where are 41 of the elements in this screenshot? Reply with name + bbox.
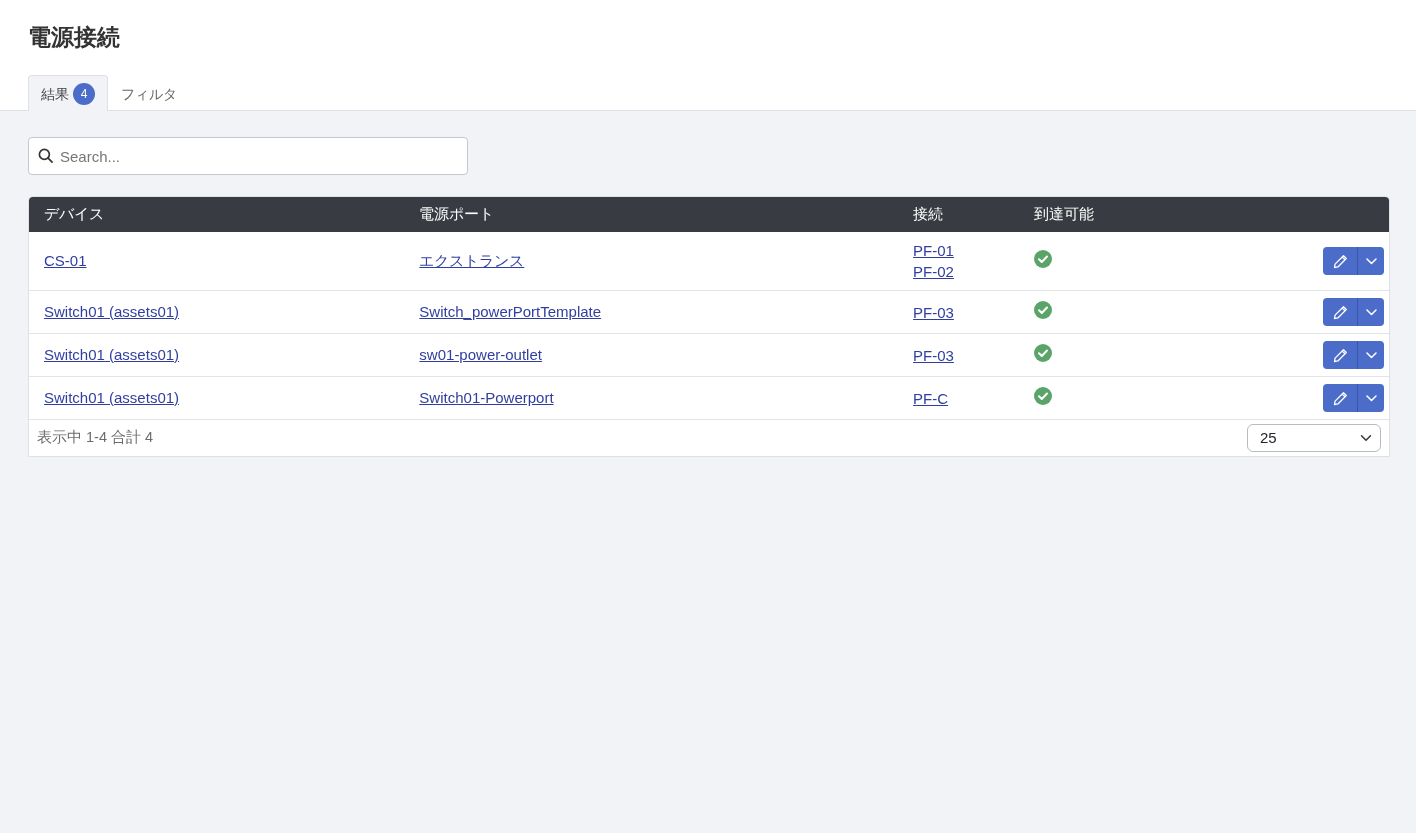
- connection-link[interactable]: PF-02: [913, 261, 954, 282]
- pencil-icon: [1332, 304, 1348, 320]
- search-icon: [38, 148, 53, 163]
- edit-button[interactable]: [1323, 247, 1357, 275]
- chevron-down-icon: [1365, 351, 1377, 359]
- tab[interactable]: 結果 4: [28, 75, 108, 111]
- power-port-link[interactable]: Switch01-Powerport: [419, 388, 554, 406]
- column-header: 到達可能: [1019, 197, 1199, 232]
- per-page-select[interactable]: 25: [1247, 424, 1381, 452]
- dropdown-toggle-button[interactable]: [1357, 298, 1384, 326]
- tab[interactable]: フィルタ: [108, 75, 190, 111]
- device-link[interactable]: Switch01 (assets01): [44, 345, 180, 363]
- page-title: 電源接続: [28, 23, 121, 52]
- pencil-icon: [1332, 253, 1348, 269]
- edit-button[interactable]: [1323, 384, 1357, 412]
- connection-link[interactable]: PF-C: [913, 387, 949, 409]
- column-header: デバイス: [29, 197, 405, 232]
- results-summary: 表示中 1-4 合計 4: [37, 428, 154, 448]
- dropdown-toggle-button[interactable]: [1357, 341, 1384, 369]
- edit-button[interactable]: [1323, 341, 1357, 369]
- power-port-link[interactable]: sw01-power-outlet: [419, 345, 542, 363]
- count-badge: 4: [73, 83, 95, 105]
- device-link[interactable]: Switch01 (assets01): [44, 302, 180, 320]
- pencil-icon: [1332, 347, 1348, 363]
- dropdown-toggle-button[interactable]: [1357, 384, 1384, 412]
- column-header: 電源ポート: [404, 197, 899, 232]
- connection-link[interactable]: PF-03: [913, 344, 954, 366]
- dropdown-toggle-button[interactable]: [1357, 247, 1384, 275]
- chevron-down-icon: [1365, 257, 1377, 265]
- search-field[interactable]: Search...: [28, 137, 468, 175]
- device-link[interactable]: CS-01: [44, 251, 87, 269]
- edit-button[interactable]: [1323, 298, 1357, 326]
- connection-link[interactable]: PF-03: [913, 301, 954, 323]
- power-port-link[interactable]: エクストランス: [419, 251, 525, 269]
- chevron-down-icon: [1365, 394, 1377, 402]
- pencil-icon: [1332, 390, 1348, 406]
- power-port-link[interactable]: Switch_powerPortTemplate: [419, 302, 602, 320]
- device-link[interactable]: Switch01 (assets01): [44, 388, 180, 406]
- column-header: 接続: [898, 197, 1020, 232]
- chevron-down-icon: [1365, 308, 1377, 316]
- connection-link[interactable]: PF-01: [913, 240, 954, 261]
